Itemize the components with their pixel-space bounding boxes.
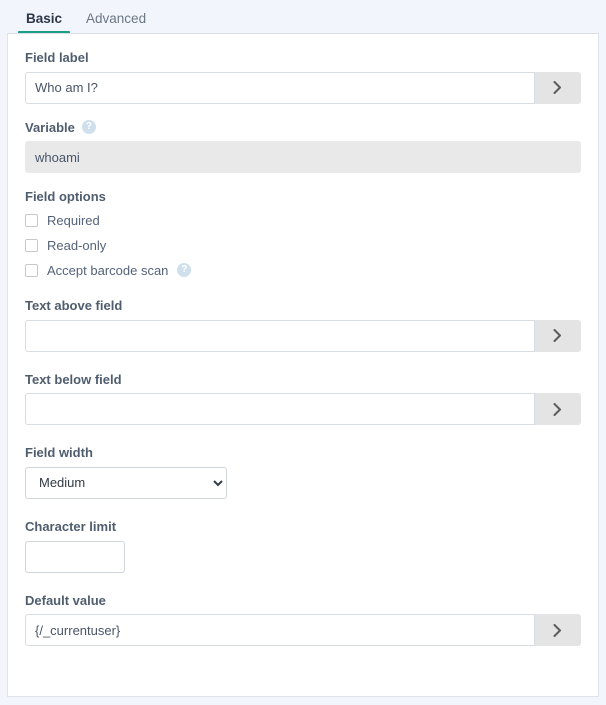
tab-advanced[interactable]: Advanced	[74, 12, 158, 35]
tab-basic[interactable]: Basic	[14, 12, 74, 35]
field-label-caption: Field label	[25, 50, 581, 66]
help-icon[interactable]: ?	[177, 263, 191, 277]
chevron-right-icon	[553, 624, 562, 637]
text-below-field-caption: Text below field	[25, 372, 581, 388]
text-above-field-input-group	[25, 320, 581, 352]
field-settings-form: Field label Variable ?	[8, 34, 598, 646]
text-below-field-input[interactable]	[25, 393, 535, 425]
help-icon[interactable]: ?	[82, 120, 96, 134]
chevron-right-icon	[553, 81, 562, 94]
chevron-right-icon	[553, 329, 562, 342]
text-above-field-expand-button[interactable]	[535, 320, 581, 352]
required-checkbox[interactable]	[25, 214, 38, 227]
text-above-field-caption: Text above field	[25, 298, 581, 314]
tab-bar: Basic Advanced	[0, 0, 606, 34]
default-value-group: Default value	[25, 593, 581, 647]
variable-label-caption: Variable	[25, 120, 75, 136]
default-value-expand-button[interactable]	[535, 614, 581, 646]
text-below-field-input-group	[25, 393, 581, 425]
field-width-select[interactable]: Small Medium Large Full width	[25, 467, 227, 499]
field-option-required[interactable]: Required	[25, 212, 581, 228]
field-settings-panel: Field label Variable ?	[7, 33, 599, 697]
default-value-caption: Default value	[25, 593, 581, 609]
field-label-input-group	[25, 72, 581, 104]
character-limit-input[interactable]	[25, 541, 125, 573]
variable-input[interactable]	[25, 141, 581, 173]
read-only-label[interactable]: Read-only	[47, 238, 106, 253]
text-below-field-group: Text below field	[25, 372, 581, 426]
text-above-field-group: Text above field	[25, 298, 581, 352]
variable-group: Variable ?	[25, 120, 581, 174]
field-options-group: Field options Required Read-only Accept …	[25, 189, 581, 278]
character-limit-caption: Character limit	[25, 519, 581, 535]
accept-barcode-scan-label[interactable]: Accept barcode scan	[47, 263, 168, 278]
field-option-read-only[interactable]: Read-only	[25, 237, 581, 253]
text-above-field-input[interactable]	[25, 320, 535, 352]
chevron-right-icon	[553, 403, 562, 416]
field-label-group: Field label	[25, 50, 581, 104]
field-width-caption: Field width	[25, 445, 581, 461]
field-option-accept-barcode-scan[interactable]: Accept barcode scan ?	[25, 262, 581, 278]
character-limit-group: Character limit	[25, 519, 581, 573]
field-label-expand-button[interactable]	[535, 72, 581, 104]
accept-barcode-scan-checkbox[interactable]	[25, 264, 38, 277]
text-below-field-expand-button[interactable]	[535, 393, 581, 425]
field-options-caption: Field options	[25, 189, 581, 204]
field-label-input[interactable]	[25, 72, 535, 104]
variable-label-row: Variable ?	[25, 120, 581, 136]
required-label[interactable]: Required	[47, 213, 100, 228]
field-width-group: Field width Small Medium Large Full widt…	[25, 445, 581, 499]
default-value-input[interactable]	[25, 614, 535, 646]
default-value-input-group	[25, 614, 581, 646]
read-only-checkbox[interactable]	[25, 239, 38, 252]
